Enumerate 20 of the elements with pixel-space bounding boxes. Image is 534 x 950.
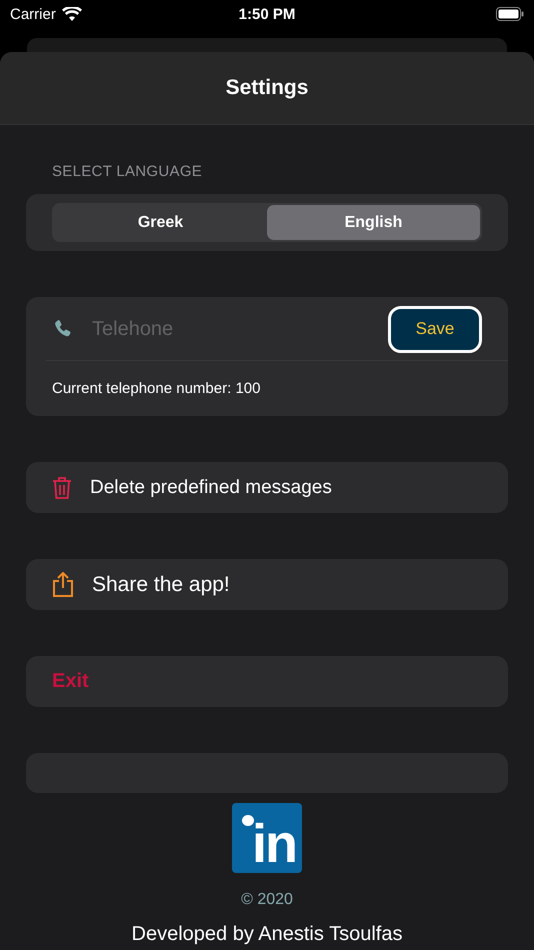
language-segment[interactable]: Greek [54, 205, 267, 240]
copyright-text: © 2020 [241, 891, 293, 909]
share-row[interactable]: Share the app! [26, 559, 508, 610]
share-icon [52, 572, 74, 598]
action-label: Share the app! [92, 572, 230, 596]
linkedin-logo[interactable]: in [232, 803, 302, 873]
status-time: 1:50 PM [238, 6, 296, 22]
sheet-title: Settings [226, 76, 308, 100]
wifi-icon [62, 7, 82, 21]
language-segment[interactable]: English [267, 205, 480, 240]
trash-icon [52, 476, 72, 500]
save-button[interactable]: Save [388, 306, 482, 352]
section-label: SELECT LANGUAGE [52, 163, 204, 180]
carrier-label: Carrier [10, 6, 56, 22]
developer-text: Developed by Anestis Tsoulfas [132, 923, 402, 946]
action-label: Delete predefined messages [90, 476, 332, 498]
delete-row[interactable]: Delete predefined messages [26, 462, 508, 513]
telephone-field[interactable]: Telehone [90, 316, 372, 342]
battery-icon [496, 7, 524, 21]
current-number-text: Current telephone number: 100 [51, 379, 262, 399]
